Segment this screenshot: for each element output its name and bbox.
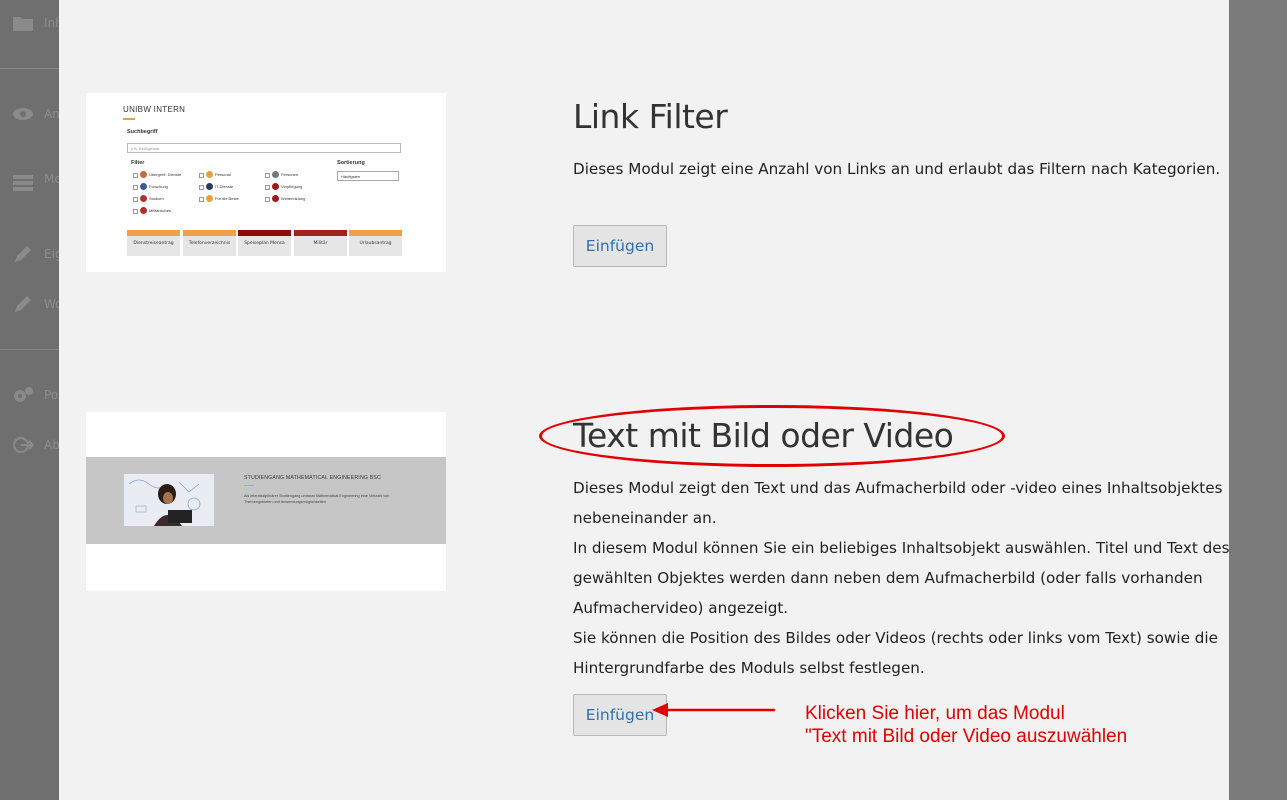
preview-checkbox [133, 173, 138, 178]
sidebar-item-label: Inhalte [44, 16, 59, 30]
preview-checkbox [133, 185, 138, 190]
filter-icon [272, 195, 279, 202]
folder-icon [12, 14, 34, 32]
preview-checkbox [265, 185, 270, 190]
filter-option: Übergreif. Dienste [149, 172, 182, 177]
preview-sort-label: Sortierung [337, 160, 365, 166]
eye-icon [12, 105, 34, 123]
preview-checkbox [199, 173, 204, 178]
filter-option: Für die Beste [215, 196, 239, 201]
preview-checkbox [199, 197, 204, 202]
annotation-text: Klicken Sie hier, um das Modul "Text mit… [805, 703, 1128, 747]
annotation-arrow-icon [652, 703, 775, 717]
preview-checkbox [265, 197, 270, 202]
description-line: In diesem Modul können Sie ein beliebige… [573, 539, 1229, 617]
pencil-icon [12, 295, 34, 313]
preview-tile: Urlaubsantrag [349, 230, 402, 256]
highlight-ellipse [539, 405, 1005, 467]
filter-option: Verpflegung [281, 184, 303, 189]
filter-option: Personal [215, 172, 231, 177]
filter-option: Studium [149, 196, 164, 201]
link-filter-preview: UNIBW INTERN Suchbegriff z.B. Einfügeant… [86, 93, 446, 272]
filter-icon [206, 171, 213, 178]
pencil-icon [12, 245, 34, 263]
overlay-backdrop [1229, 0, 1287, 800]
insert-link-filter-button[interactable]: Einfügen [573, 225, 667, 267]
sidebar-item-label: Portal [44, 388, 59, 402]
filter-option: Forschung [149, 184, 168, 189]
preview-checkbox [199, 185, 204, 190]
filter-option: Militärisches [149, 208, 172, 213]
sidebar-item-label: Workflow [44, 297, 59, 311]
filter-icon [140, 183, 147, 190]
gears-icon [12, 386, 34, 404]
preview-tile: Militär [294, 230, 347, 256]
filter-option: Weiterbildung [281, 196, 306, 201]
preview-checkbox [265, 173, 270, 178]
preview-brand: UNIBW INTERN [123, 105, 186, 114]
preview-search-label: Suchbegriff [127, 129, 158, 135]
sidebar-divider [0, 349, 59, 350]
modules-icon [12, 174, 34, 192]
sidebar-item-label: Abmelden [44, 438, 59, 452]
filter-icon [272, 171, 279, 178]
brand-underline [123, 118, 135, 120]
module-picker-dialog: UNIBW INTERN Suchbegriff z.B. Einfügeant… [59, 0, 1229, 800]
preview-filter-label: Filter [131, 160, 145, 166]
filter-icon [272, 183, 279, 190]
preview-checkbox [133, 197, 138, 202]
logout-icon [12, 436, 35, 454]
filter-option: IT-Dienste [215, 184, 234, 189]
module-description: Dieses Modul zeigt den Text und das Aufm… [573, 473, 1229, 683]
sidebar: Inhalte Ansicht Module einfügen Eigensch… [0, 0, 59, 800]
sidebar-item-label: Ansicht [44, 107, 59, 121]
filter-icon [140, 195, 147, 202]
text-image-video-preview: STUDIENGANG MATHEMATICAL ENGINEERING BSC… [86, 412, 446, 591]
preview-tile: Telefonverzeichnis [183, 230, 236, 256]
filter-icon [206, 183, 213, 190]
preview-sort-select: Häufigsten [337, 171, 399, 181]
module-title: Link Filter [573, 97, 728, 136]
preview-text: Als interdisziplinärer Studiengang umfas… [244, 494, 390, 504]
preview-tile: Dienstreiseantrag [127, 230, 180, 256]
sidebar-divider [0, 68, 59, 69]
description-line: Dieses Modul zeigt den Text und das Aufm… [573, 479, 1223, 527]
preview-search-input: z.B. Einfügeantr. [127, 143, 401, 153]
filter-option: Personen [281, 172, 299, 177]
filter-icon [206, 195, 213, 202]
preview-checkbox [133, 209, 138, 214]
sidebar-item-label: Module einfügen [44, 172, 59, 186]
filter-icon [140, 207, 147, 214]
sidebar-item-label: Eigenschaften [44, 247, 59, 261]
preview-tile: Speiseplan Mensa [238, 230, 291, 256]
preview-photo [124, 474, 214, 526]
heading-underline [244, 485, 254, 486]
module-description: Dieses Modul zeigt eine Anzahl von Links… [573, 160, 1221, 178]
preview-heading: STUDIENGANG MATHEMATICAL ENGINEERING BSC [244, 475, 382, 481]
filter-icon [140, 171, 147, 178]
description-line: Sie können die Position des Bildes oder … [573, 629, 1218, 677]
